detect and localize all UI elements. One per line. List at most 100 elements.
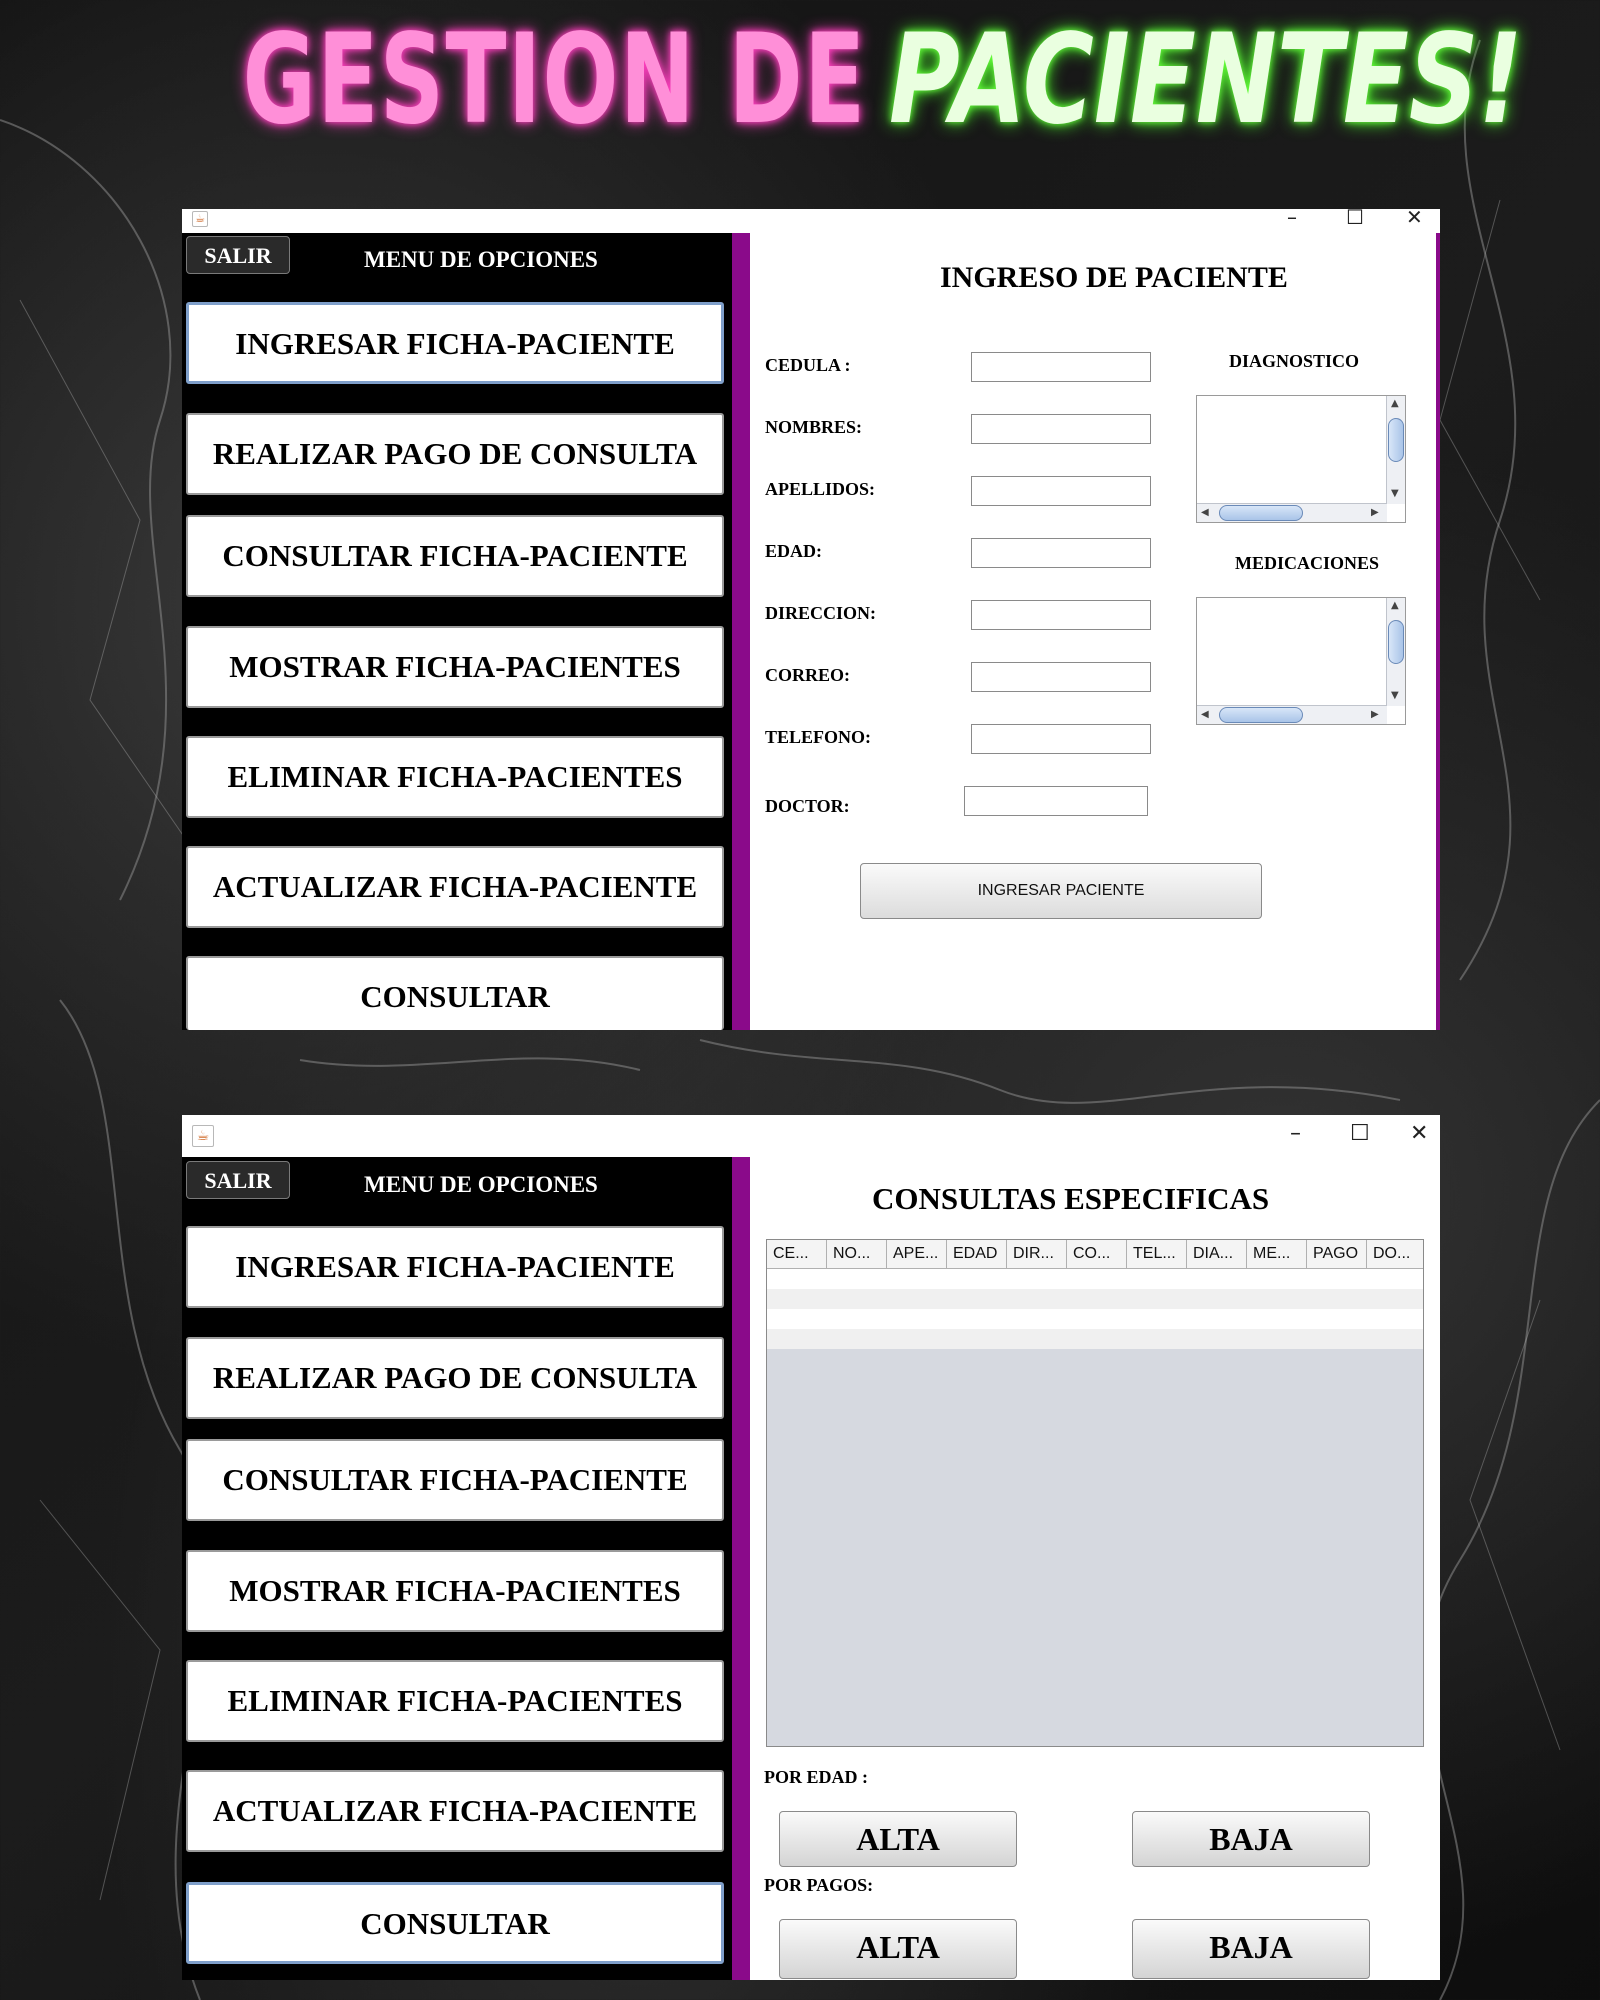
- menu-item-eliminar-fichas[interactable]: ELIMINAR FICHA-PACIENTES: [186, 1660, 724, 1742]
- doctor-label: DOCTOR:: [765, 796, 850, 816]
- scroll-right-icon[interactable]: ▶: [1371, 507, 1379, 518]
- menu-item-actualizar-ficha[interactable]: ACTUALIZAR FICHA-PACIENTE: [186, 1770, 724, 1852]
- minimize-icon[interactable]: –: [1287, 205, 1297, 229]
- medicaciones-vertical-scrollbar[interactable]: ▲ ▼: [1386, 598, 1405, 706]
- scroll-left-icon[interactable]: ◀: [1201, 507, 1209, 518]
- menu-item-consultar-ficha[interactable]: CONSULTAR FICHA-PACIENTE: [186, 515, 724, 597]
- por-pagos-label: POR PAGOS:: [764, 1875, 874, 1895]
- maximize-icon[interactable]: ☐: [1346, 205, 1364, 229]
- table-row[interactable]: [767, 1309, 1423, 1329]
- close-icon[interactable]: ✕: [1410, 1121, 1428, 1146]
- menu-item-realizar-pago[interactable]: REALIZAR PAGO DE CONSULTA: [186, 1337, 724, 1419]
- window-titlebar: ☕ – ☐ ✕: [182, 205, 1440, 229]
- column-header-correo[interactable]: CO...: [1067, 1240, 1127, 1268]
- menu-item-mostrar-fichas[interactable]: MOSTRAR FICHA-PACIENTES: [186, 1550, 724, 1632]
- banner-title-pacientes: PACIENTES!: [888, 8, 1523, 152]
- menu-divider: [732, 233, 750, 1030]
- menu-item-consultar[interactable]: CONSULTAR: [186, 956, 724, 1030]
- maximize-icon[interactable]: ☐: [1350, 1121, 1370, 1146]
- table-row[interactable]: [767, 1329, 1423, 1349]
- apellidos-label: APELLIDOS:: [765, 479, 876, 499]
- direccion-input[interactable]: [971, 600, 1151, 630]
- cedula-label: CEDULA :: [765, 355, 851, 375]
- options-menu: SALIR MENU DE OPCIONES INGRESAR FICHA-PA…: [182, 233, 732, 1030]
- column-header-direccion[interactable]: DIR...: [1007, 1240, 1067, 1268]
- diagnostico-textarea[interactable]: ▲ ▼ ◀ ▶: [1196, 395, 1406, 523]
- menu-item-actualizar-ficha[interactable]: ACTUALIZAR FICHA-PACIENTE: [186, 846, 724, 928]
- menu-item-ingresar-ficha[interactable]: INGRESAR FICHA-PACIENTE: [186, 1226, 724, 1308]
- column-header-pago[interactable]: PAGO: [1307, 1240, 1367, 1268]
- diagnostico-label: DIAGNOSTICO: [1229, 351, 1360, 371]
- column-header-nombres[interactable]: NO...: [827, 1240, 887, 1268]
- medicaciones-label: MEDICACIONES: [1235, 553, 1380, 573]
- page-title: INGRESO DE PACIENTE: [940, 261, 1288, 294]
- edad-label: EDAD:: [765, 541, 822, 561]
- column-header-telefono[interactable]: TEL...: [1127, 1240, 1187, 1268]
- scroll-down-icon[interactable]: ▼: [1391, 690, 1399, 701]
- exit-button[interactable]: SALIR: [186, 1161, 290, 1199]
- menu-item-consultar[interactable]: CONSULTAR: [186, 1882, 724, 1964]
- direccion-label: DIRECCION:: [765, 603, 877, 623]
- correo-label: CORREO:: [765, 665, 850, 685]
- table-row[interactable]: [767, 1269, 1423, 1289]
- minimize-icon[interactable]: –: [1290, 1121, 1301, 1146]
- pagos-baja-button[interactable]: BAJA: [1132, 1919, 1370, 1979]
- page-title: CONSULTAS ESPECIFICAS: [872, 1181, 1270, 1216]
- ingresar-paciente-button[interactable]: INGRESAR PACIENTE: [860, 863, 1262, 919]
- ingreso-window: ☕ – ☐ ✕ SALIR MENU DE OPCIONES INGRESAR …: [182, 205, 1440, 1030]
- close-icon[interactable]: ✕: [1406, 205, 1423, 229]
- scroll-thumb[interactable]: [1388, 418, 1404, 462]
- scroll-up-icon[interactable]: ▲: [1391, 398, 1399, 409]
- scroll-thumb[interactable]: [1219, 707, 1303, 723]
- window-edge: [1436, 233, 1440, 1030]
- table-row[interactable]: [767, 1289, 1423, 1309]
- column-header-diagnostico[interactable]: DIA...: [1187, 1240, 1247, 1268]
- doctor-input[interactable]: [964, 786, 1148, 816]
- window-titlebar: ☕ – ☐ ✕: [182, 1115, 1440, 1157]
- ingreso-panel: INGRESO DE PACIENTE CEDULA : NOMBRES: AP…: [750, 233, 1436, 1030]
- scroll-down-icon[interactable]: ▼: [1391, 488, 1399, 499]
- java-app-icon: ☕: [192, 1125, 214, 1147]
- apellidos-input[interactable]: [971, 476, 1151, 506]
- edad-input[interactable]: [971, 538, 1151, 568]
- column-header-apellidos[interactable]: APE...: [887, 1240, 947, 1268]
- consultas-panel: CONSULTAS ESPECIFICAS CE... NO... APE...…: [750, 1157, 1440, 1980]
- menu-item-consultar-ficha[interactable]: CONSULTAR FICHA-PACIENTE: [186, 1439, 724, 1521]
- diagnostico-horizontal-scrollbar[interactable]: ◀ ▶: [1197, 503, 1387, 522]
- page-banner: GESTION DE PACIENTES!: [0, 10, 1600, 150]
- column-header-medicaciones[interactable]: ME...: [1247, 1240, 1307, 1268]
- edad-baja-button[interactable]: BAJA: [1132, 1811, 1370, 1867]
- menu-item-eliminar-fichas[interactable]: ELIMINAR FICHA-PACIENTES: [186, 736, 724, 818]
- menu-title: MENU DE OPCIONES: [364, 247, 598, 272]
- column-header-edad[interactable]: EDAD: [947, 1240, 1007, 1268]
- telefono-input[interactable]: [971, 724, 1151, 754]
- scroll-right-icon[interactable]: ▶: [1371, 709, 1379, 720]
- medicaciones-textarea[interactable]: ▲ ▼ ◀ ▶: [1196, 597, 1406, 725]
- banner-title-gestion: GESTION DE: [242, 8, 867, 152]
- menu-item-realizar-pago[interactable]: REALIZAR PAGO DE CONSULTA: [186, 413, 724, 495]
- exit-button[interactable]: SALIR: [186, 236, 290, 274]
- medicaciones-horizontal-scrollbar[interactable]: ◀ ▶: [1197, 705, 1387, 724]
- pagos-alta-button[interactable]: ALTA: [779, 1919, 1017, 1979]
- nombres-input[interactable]: [971, 414, 1151, 444]
- scroll-thumb[interactable]: [1219, 505, 1303, 521]
- scroll-thumb[interactable]: [1388, 620, 1404, 664]
- consultas-window: ☕ – ☐ ✕ SALIR MENU DE OPCIONES INGRESAR …: [182, 1115, 1440, 1980]
- patients-table[interactable]: CE... NO... APE... EDAD DIR... CO... TEL…: [766, 1239, 1424, 1747]
- column-header-doctor[interactable]: DO...: [1367, 1240, 1423, 1268]
- menu-item-ingresar-ficha[interactable]: INGRESAR FICHA-PACIENTE: [186, 302, 724, 384]
- java-app-icon: ☕: [192, 211, 208, 227]
- scroll-left-icon[interactable]: ◀: [1201, 709, 1209, 720]
- column-header-cedula[interactable]: CE...: [767, 1240, 827, 1268]
- menu-item-mostrar-fichas[interactable]: MOSTRAR FICHA-PACIENTES: [186, 626, 724, 708]
- edad-alta-button[interactable]: ALTA: [779, 1811, 1017, 1867]
- cedula-input[interactable]: [971, 352, 1151, 382]
- diagnostico-vertical-scrollbar[interactable]: ▲ ▼: [1386, 396, 1405, 504]
- correo-input[interactable]: [971, 662, 1151, 692]
- scroll-up-icon[interactable]: ▲: [1391, 600, 1399, 611]
- telefono-label: TELEFONO:: [765, 727, 872, 747]
- por-edad-label: POR EDAD :: [764, 1767, 868, 1787]
- options-menu: SALIR MENU DE OPCIONES INGRESAR FICHA-PA…: [182, 1157, 732, 1980]
- nombres-label: NOMBRES:: [765, 417, 863, 437]
- menu-title: MENU DE OPCIONES: [364, 1172, 598, 1197]
